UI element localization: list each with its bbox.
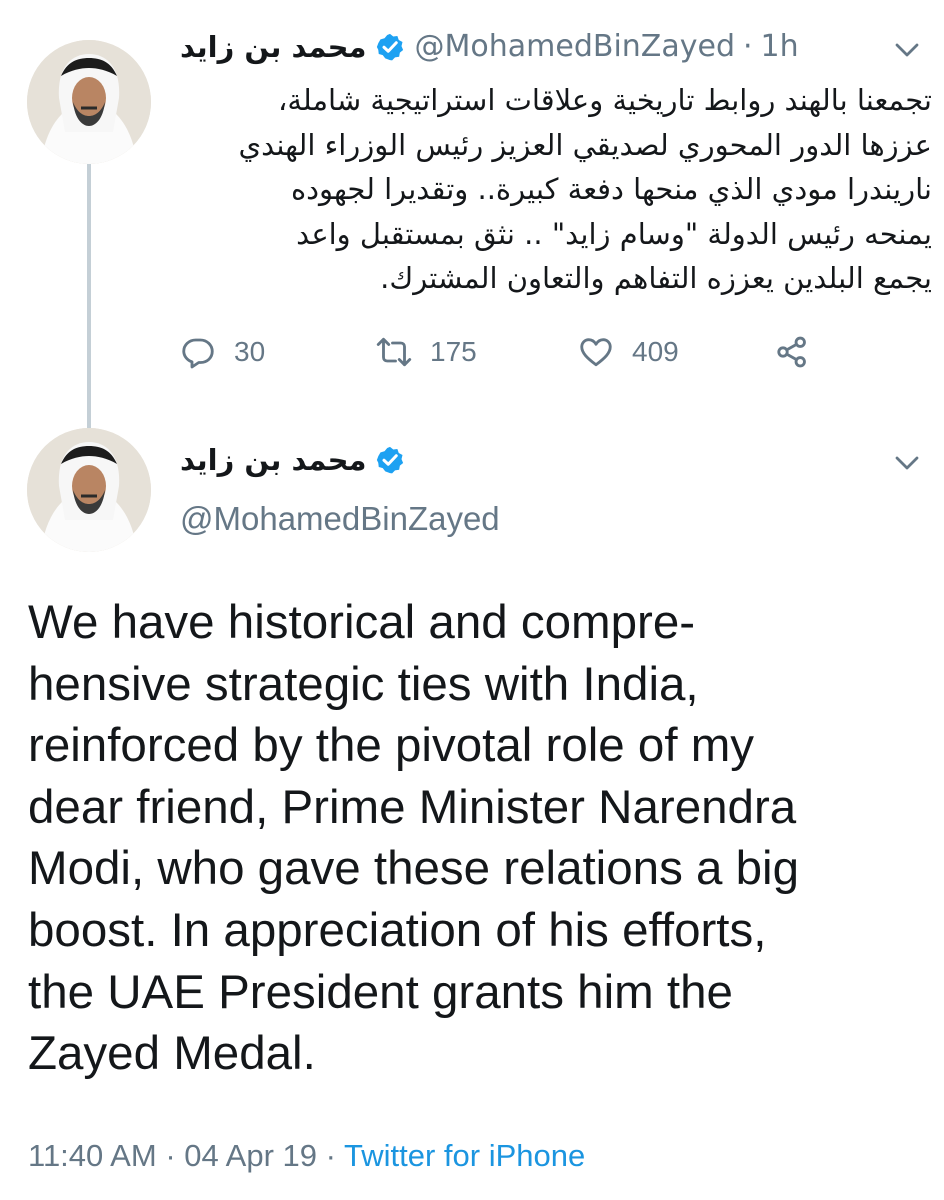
verified-badge-icon xyxy=(376,446,403,474)
retweet-count: 175 xyxy=(430,336,477,367)
tweet-source-link[interactable]: Twitter for iPhone xyxy=(344,1138,585,1173)
separator-dot: · xyxy=(743,29,753,64)
tweet-text-line: Zayed Medal. xyxy=(28,1027,316,1081)
retweet-button[interactable]: 175 xyxy=(376,334,578,370)
chevron-down-icon[interactable] xyxy=(892,448,922,478)
tweet-header: محمد بن زايد @MohamedBinZayed · 1h xyxy=(180,29,799,64)
like-count: 409 xyxy=(632,336,679,367)
thread-connector-line xyxy=(87,160,91,428)
tweet-actions: 30 175 409 xyxy=(180,334,810,370)
reply-button[interactable]: 30 xyxy=(180,334,376,370)
tweet-text-line: dear friend, Prime Minister Narendra xyxy=(28,780,797,834)
tweet-meta: 11:40 AM · 04 Apr 19 · Twitter for iPhon… xyxy=(28,1138,585,1174)
tweet-text-line: the UAE President grants him the xyxy=(28,965,733,1019)
share-button[interactable] xyxy=(774,334,810,370)
tweet-text-line: Modi, who gave these relations a big xyxy=(28,842,800,896)
tweet-text-line: عززها الدور المحوري لصديقي العزيز رئيس ا… xyxy=(238,127,932,162)
retweet-icon xyxy=(376,337,412,367)
tweet-text-line: يجمع البلدين يعززه التفاهم والتعاون المش… xyxy=(380,261,932,295)
separator-dot: · xyxy=(165,1138,176,1173)
avatar-image xyxy=(27,40,151,164)
chevron-down-icon[interactable] xyxy=(892,35,922,65)
avatar[interactable] xyxy=(27,428,151,552)
tweet-date[interactable]: 04 Apr 19 xyxy=(184,1138,317,1173)
share-icon xyxy=(777,336,806,368)
tweet-header: محمد بن زايد xyxy=(180,443,415,477)
reply-icon xyxy=(182,338,214,369)
tweet-time[interactable]: 11:40 AM xyxy=(28,1138,157,1173)
timestamp[interactable]: 1h xyxy=(761,29,799,64)
tweet-text-line: ناريندرا مودي الذي منحها دفعة كبيرة.. وت… xyxy=(290,172,932,206)
tweet-text-line: تجمعنا بالهند روابط تاريخية وعلاقات استر… xyxy=(278,83,932,117)
tweet-text: تجمعنا بالهند روابط تاريخية وعلاقات استر… xyxy=(180,78,932,301)
tweet-text-line: reinforced by the pivotal role of my xyxy=(28,719,755,773)
avatar[interactable] xyxy=(27,40,151,164)
reply-count: 30 xyxy=(234,336,266,367)
like-button[interactable]: 409 xyxy=(578,334,774,370)
tweet-text-line: hensive strategic ties with India, xyxy=(28,657,699,711)
verified-badge-icon xyxy=(376,33,403,60)
avatar-image xyxy=(27,428,151,552)
handle[interactable]: @MohamedBinZayed xyxy=(180,500,500,538)
tweet-text-line: We have historical and compre- xyxy=(28,596,696,649)
tweet-thread: محمد بن زايد @MohamedBinZayed · 1h تجمعن… xyxy=(0,0,944,1200)
like-icon xyxy=(580,338,612,367)
tweet-text-line: boost. In appreciation of his efforts, xyxy=(28,903,767,957)
separator-dot: · xyxy=(325,1138,336,1173)
handle[interactable]: @MohamedBinZayed xyxy=(415,29,735,64)
tweet-text: We have historical and compre- hensive s… xyxy=(28,592,928,1085)
display-name[interactable]: محمد بن زايد xyxy=(180,443,367,477)
display-name[interactable]: محمد بن زايد xyxy=(180,30,367,64)
tweet-text-line: يمنحه رئيس الدولة "وسام زايد" .. نثق بمس… xyxy=(296,216,932,251)
